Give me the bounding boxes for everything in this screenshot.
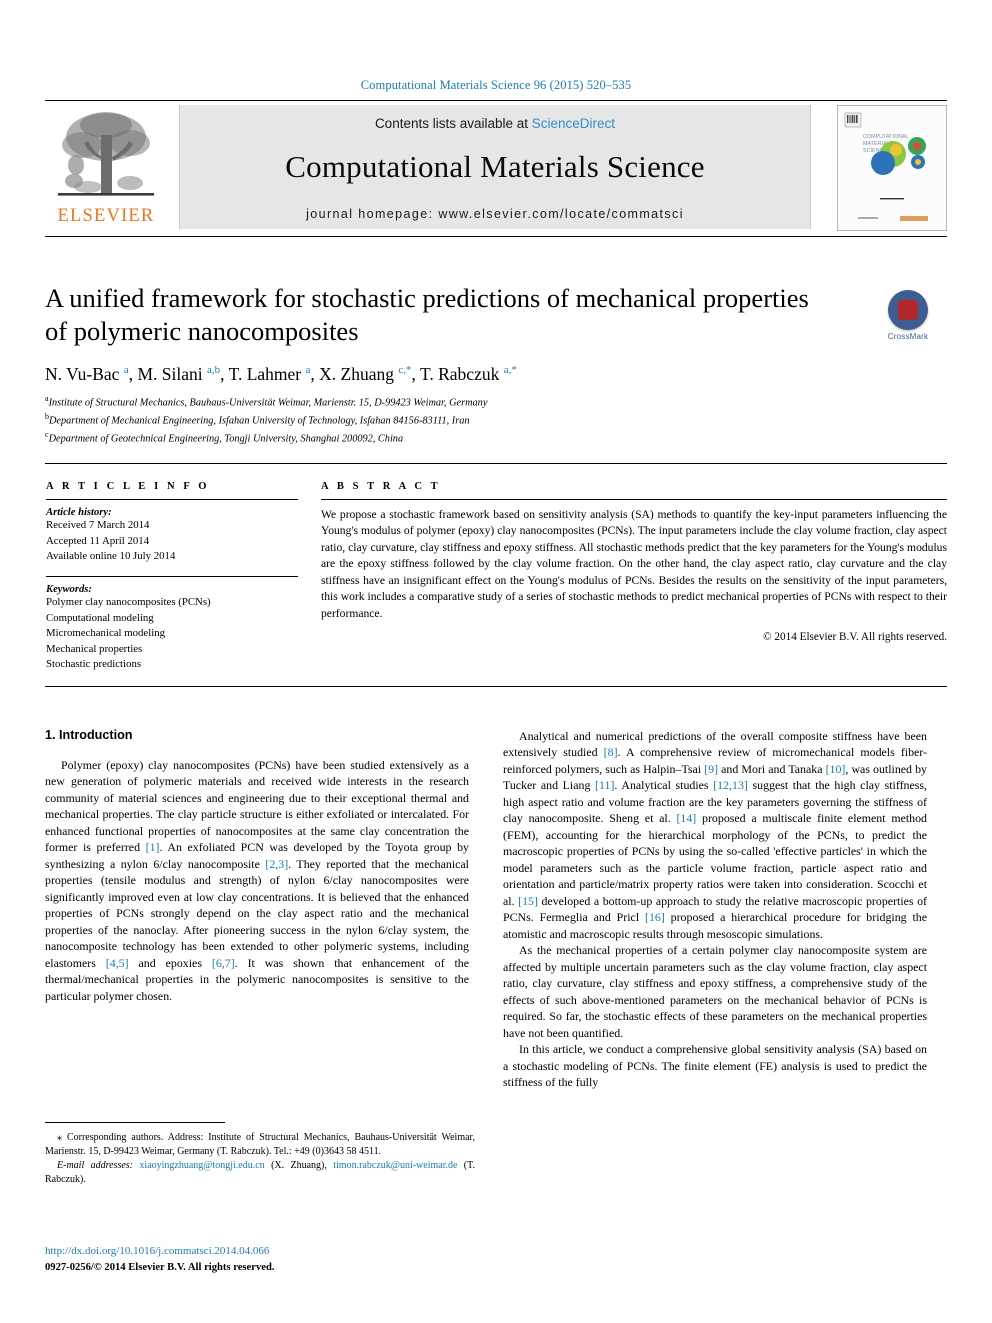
affiliation-text-b: Department of Mechanical Engineering, Is… (49, 415, 470, 427)
keyword-item: Stochastic predictions (46, 658, 142, 671)
affiliation-b: bDepartment of Mechanical Engineering, I… (45, 411, 947, 429)
affiliation-list: aInstitute of Structural Mechanics, Bauh… (45, 393, 947, 447)
article-info-divider (46, 499, 298, 500)
body-column-right: Analytical and numerical predictions of … (503, 728, 927, 1091)
body-paragraph: As the mechanical properties of a certai… (503, 942, 927, 1041)
abstract-divider (321, 499, 947, 500)
corresponding-text: Corresponding authors. Address: Institut… (45, 1132, 475, 1157)
email-label: E-mail addresses: (57, 1160, 133, 1171)
email-link-rabczuk[interactable]: timon.rabczuk@uni-weimar.de (333, 1160, 457, 1171)
body-paragraph: In this article, we conduct a comprehens… (503, 1041, 927, 1090)
citation-link[interactable]: [14] (676, 811, 696, 825)
citation-link[interactable]: [2,3] (265, 857, 288, 871)
doi-block: http://dx.doi.org/10.1016/j.commatsci.20… (45, 1244, 485, 1275)
email-owner-zhuang: (X. Zhuang), (264, 1160, 334, 1171)
footnote-block: ⁎ Corresponding authors. Address: Instit… (45, 1131, 475, 1187)
affiliation-text-a: Institute of Structural Mechanics, Bauha… (48, 397, 488, 409)
citation-link[interactable]: [6,7] (212, 956, 235, 970)
running-head: Computational Materials Science 96 (2015… (360, 78, 632, 92)
email-link-zhuang[interactable]: xiaoyingzhuang@tongji.edu.cn (139, 1160, 264, 1171)
info-bottom-rule (45, 686, 947, 687)
abstract-text: We propose a stochastic framework based … (321, 508, 947, 620)
email-note: E-mail addresses: xiaoyingzhuang@tongji.… (45, 1159, 475, 1187)
body-text: . They reported that the mechanical prop… (45, 856, 469, 970)
article-history-online: Available online 10 July 2014 (46, 550, 176, 563)
abstract-section: A B S T R A C T We propose a stochastic … (321, 481, 947, 643)
body-text: . Analytical studies (614, 778, 714, 793)
elsevier-logo: ELSEVIER (45, 107, 167, 229)
journal-cover-thumbnail: COMPUTATIONAL MATERIALS SCIENCE (837, 105, 947, 231)
affiliation-c: cDepartment of Geotechnical Engineering,… (45, 429, 947, 447)
citation-link[interactable]: [1] (146, 840, 160, 854)
keyword-item: Polymer clay nanocomposites (PCNs) (46, 595, 211, 608)
paragraph-container-right: Analytical and numerical predictions of … (503, 728, 927, 1091)
citation-link[interactable]: [4,5] (106, 956, 129, 970)
keyword-item: Mechanical properties (46, 642, 143, 655)
crossmark-badge-group[interactable]: CrossMark (875, 290, 941, 341)
body-column-left: 1. Introduction Polymer (epoxy) clay nan… (45, 728, 469, 1004)
journal-title: Computational Materials Science (285, 149, 705, 184)
article-history-label: Article history: (46, 507, 112, 518)
doi-link[interactable]: http://dx.doi.org/10.1016/j.commatsci.20… (45, 1244, 485, 1260)
elsevier-wordmark: ELSEVIER (57, 206, 155, 226)
article-info-heading: A R T I C L E I N F O (46, 481, 210, 492)
body-columns: 1. Introduction Polymer (epoxy) clay nan… (45, 728, 947, 1148)
citation-link[interactable]: [8] (604, 745, 618, 759)
affiliation-text-c: Department of Geotechnical Engineering, … (48, 433, 404, 445)
article-history-accepted: Accepted 11 April 2014 (46, 534, 150, 547)
keywords-divider (46, 575, 298, 577)
info-top-rule (45, 463, 947, 464)
masthead-bottom-rule (45, 236, 947, 237)
body-paragraph: Polymer (epoxy) clay nanocomposites (PCN… (45, 757, 469, 1004)
section-heading-introduction: 1. Introduction (45, 728, 133, 742)
crossmark-icon (888, 290, 928, 330)
keywords-label: Keywords: (46, 583, 92, 595)
citation-link[interactable]: [9] (704, 762, 718, 776)
citation-link[interactable]: [11] (595, 778, 614, 792)
body-paragraph: Analytical and numerical predictions of … (503, 728, 927, 942)
citation-link[interactable]: [16] (645, 910, 665, 924)
citation-link[interactable]: [15] (518, 894, 538, 908)
crossmark-label: CrossMark (887, 332, 929, 341)
body-text: and epoxies (128, 955, 212, 970)
title-block: A unified framework for stochastic predi… (45, 282, 947, 447)
article-info-section: A R T I C L E I N F O Article history: R… (46, 481, 298, 673)
body-text: In this article, we conduct a comprehens… (503, 1042, 927, 1090)
affiliation-a: aInstitute of Structural Mechanics, Bauh… (45, 393, 947, 411)
paragraph-container-left: Polymer (epoxy) clay nanocomposites (PCN… (45, 757, 469, 1004)
corresponding-author-note: ⁎ Corresponding authors. Address: Instit… (45, 1131, 475, 1159)
page-title: A unified framework for stochastic predi… (45, 283, 809, 347)
keyword-item: Computational modeling (46, 611, 154, 624)
journal-homepage-line[interactable]: journal homepage: www.elsevier.com/locat… (180, 207, 810, 221)
elsevier-tree-icon (58, 112, 154, 196)
keyword-item: Micromechanical modeling (46, 627, 166, 640)
article-history-received: Received 7 March 2014 (46, 519, 150, 531)
issn-copyright-line: 0927-0256/© 2014 Elsevier B.V. All right… (45, 1261, 275, 1273)
abstract-copyright: © 2014 Elsevier B.V. All rights reserved… (763, 631, 947, 644)
svg-text:COMPUTATIONAL: COMPUTATIONAL (863, 134, 909, 140)
cover-art-icon: COMPUTATIONAL MATERIALS SCIENCE (838, 106, 944, 228)
paper-page: Computational Materials Science 96 (2015… (0, 0, 992, 1323)
sciencedirect-link[interactable]: ScienceDirect (532, 116, 615, 131)
author-list: N. Vu-Bac a, M. Silani a,b, T. Lahmer a,… (45, 364, 517, 385)
journal-band: Contents lists available at ScienceDirec… (179, 105, 811, 229)
body-text: and Mori and Tanaka (718, 761, 826, 776)
body-text: As the mechanical properties of a certai… (503, 943, 927, 1040)
citation-link[interactable]: [10] (826, 762, 846, 776)
journal-masthead: ELSEVIER Contents lists available at Sci… (45, 100, 947, 234)
abstract-heading: A B S T R A C T (321, 481, 441, 492)
contents-available-line: Contents lists available at ScienceDirec… (180, 105, 810, 131)
citation-link[interactable]: [12,13] (713, 778, 748, 792)
footnote-rule (45, 1122, 225, 1123)
contents-prefix: Contents lists available at (374, 116, 532, 131)
